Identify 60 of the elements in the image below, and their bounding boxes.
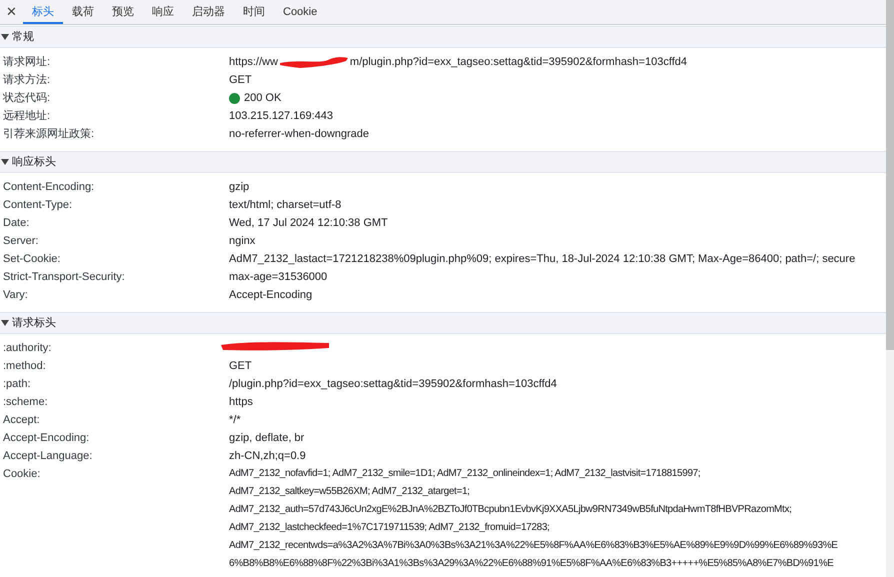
- header-name: 请求网址:: [2, 55, 52, 70]
- header-name: :authority:: [2, 341, 52, 356]
- disclosure-triangle-icon: [1, 158, 9, 166]
- header-value: 103.215.127.169:443: [229, 109, 333, 124]
- header-name: Accept:: [2, 413, 41, 428]
- header-name: Content-Encoding:: [2, 180, 96, 195]
- header-name: Set-Cookie:: [2, 252, 62, 267]
- header-name: 远程地址:: [2, 109, 52, 124]
- header-name: Cookie:: [2, 467, 42, 482]
- header-value: Wed, 17 Jul 2024 12:10:38 GMT: [229, 216, 388, 231]
- header-name: 请求方法:: [2, 72, 52, 88]
- header-value: AdM7_2132_nofavfid=1; AdM7_2132_smile=1D1; AdM7_2132_onlineindex=1; AdM7_2132_lastvisit=1718815997;: [229, 467, 702, 481]
- header-value: AdM7_2132_lastact=1721218238%09plugin.php%09; expires=Thu, 18-Jul-2024 12:10:38 GMT; Max-Age=86400; path=/; secure: [229, 252, 856, 267]
- header-value: /plugin.php?id=exx_tagseo:settag&tid=395902&formhash=103cffd4: [229, 377, 557, 392]
- close-button[interactable]: ✕: [0, 0, 23, 24]
- header-value: Accept-Encoding: [229, 288, 312, 303]
- header-name: Accept-Encoding:: [2, 431, 90, 446]
- section-header[interactable]: 响应标头: [0, 151, 886, 173]
- header-value: GET: [229, 73, 252, 88]
- header-value: https://ww: [229, 55, 278, 70]
- header-value: max-age=31536000: [229, 270, 328, 285]
- header-name: :method:: [2, 359, 47, 374]
- header-value: nginx: [229, 234, 256, 249]
- header-value: gzip: [229, 180, 250, 195]
- tab[interactable]: Cookie: [274, 0, 326, 24]
- header-value: text/html; charset=utf-8: [229, 198, 342, 213]
- header-name: 状态代码:: [2, 90, 52, 106]
- section-header[interactable]: 请求标头: [0, 312, 886, 334]
- header-value: 200 OK: [244, 91, 282, 106]
- header-value: GET: [229, 359, 252, 374]
- header-name: Server:: [2, 234, 40, 249]
- header-value: gzip, deflate, br: [229, 431, 304, 446]
- header-value: */*: [229, 413, 241, 428]
- header-name: 引荐来源网址政策:: [2, 126, 96, 142]
- header-name: :scheme:: [2, 395, 49, 410]
- header-value: AdM7_2132_lastcheckfeed=1%7C1719711539; AdM7_2132_fromuid=17283;: [229, 521, 550, 535]
- tab[interactable]: 响应: [143, 0, 183, 24]
- header-value: AdM7_2132_saltkey=w55B26XM; AdM7_2132_atarget=1;: [229, 485, 471, 499]
- header-name: Strict-Transport-Security:: [2, 270, 126, 285]
- header-name: Date:: [2, 216, 30, 231]
- header-value: m/plugin.php?id=exx_tagseo:settag&tid=395902&formhash=103cffd4: [350, 55, 687, 70]
- header-value: AdM7_2132_recentwds=a%3A2%3A%7Bi%3A0%3Bs%3A21%3A%22%E5%8F%AA%E6%83%B3%E5%AE%89%E9%9D%99%E6%89%93%E: [229, 539, 838, 553]
- tab[interactable]: 载荷: [63, 0, 103, 24]
- header-value: zh-CN,zh;q=0.9: [229, 449, 306, 464]
- tab[interactable]: 预览: [103, 0, 143, 24]
- header-value: no-referrer-when-downgrade: [229, 127, 370, 142]
- tab[interactable]: 标头: [23, 0, 63, 24]
- section-header[interactable]: 常规: [0, 26, 886, 48]
- header-name: Content-Type:: [2, 198, 74, 213]
- disclosure-triangle-icon: [1, 319, 9, 327]
- header-name: Accept-Language:: [2, 449, 94, 464]
- header-value: https: [229, 395, 253, 410]
- disclosure-triangle-icon: [1, 33, 9, 41]
- tab[interactable]: 启动器: [183, 0, 234, 24]
- tab[interactable]: 时间: [234, 0, 274, 24]
- header-value: 6%B8%B8%E6%88%8F%22%3Bi%3A1%3Bs%3A29%3A%22%E6%88%91%E5%8F%AA%E6%83%B3+++++%E5%85%A8%E7%BD%91%E: [229, 557, 834, 571]
- header-name: :path:: [2, 377, 32, 392]
- scrollbar[interactable]: [886, 0, 894, 577]
- header-name: Vary:: [2, 288, 29, 303]
- header-value: AdM7_2132_auth=57d743J6cUn2xgE%2BJnA%2BZToJf0TBcpubn1EvbvKj9XXA5Ljbw9RN7349wB5fuNtpdaHwmT8fHBVPRazomMtx;: [229, 503, 793, 517]
